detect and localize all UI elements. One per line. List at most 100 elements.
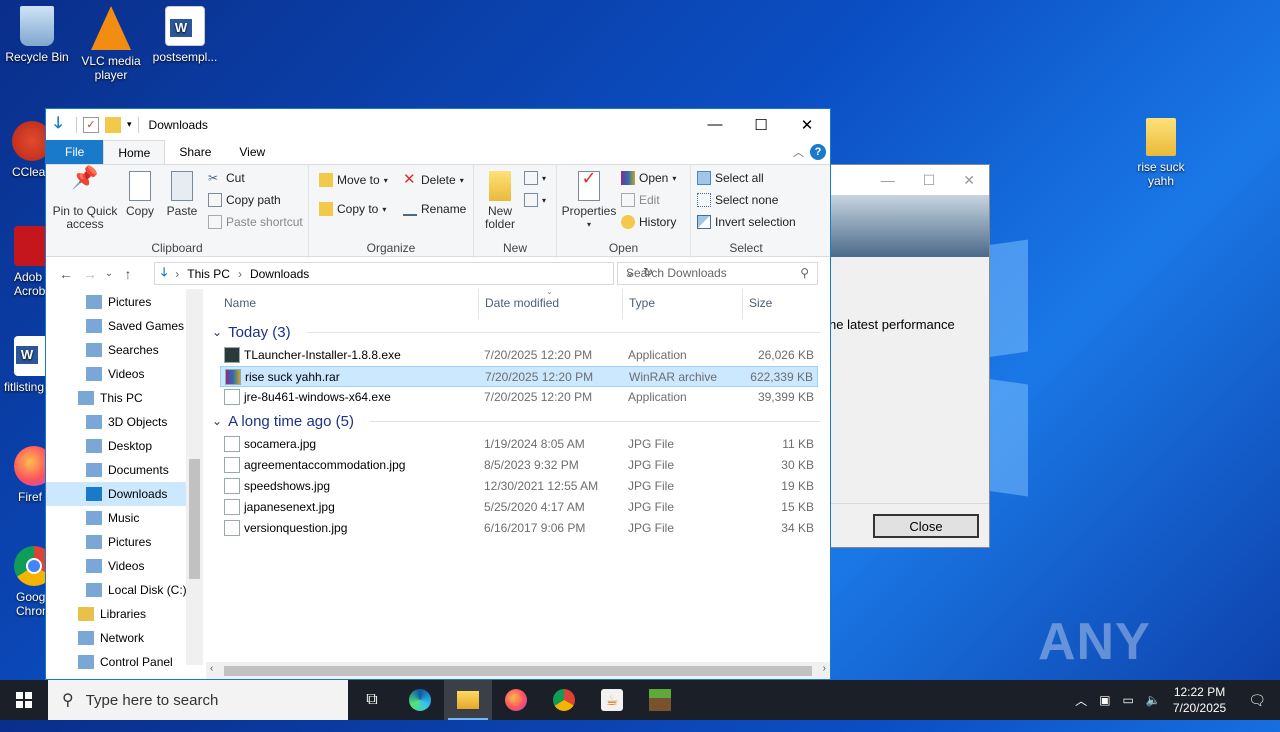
group-header[interactable]: ⌄ Today (3) [206, 319, 830, 345]
scroll-left-icon[interactable]: ‹ [210, 663, 213, 674]
copy-button[interactable]: Copy [120, 169, 160, 218]
nav-item-downloads[interactable]: Downloads [46, 482, 202, 506]
history-button[interactable]: History [621, 215, 676, 229]
taskbar-firefox[interactable] [492, 680, 540, 720]
task-view-button[interactable]: ⧉ [348, 680, 396, 720]
select-none-button[interactable]: Select none [697, 193, 778, 207]
file-row[interactable]: socamera.jpg 1/19/2024 8:05 AM JPG File 11 … [220, 434, 818, 455]
close-icon[interactable]: ✕ [963, 172, 975, 189]
desktop-icon-ccleaner[interactable]: CClea [0, 115, 45, 179]
desktop-icon-acrobat[interactable]: Adob Acrob [0, 220, 45, 298]
desktop-icon-postsempl[interactable]: W postsempl... [148, 0, 222, 64]
delete-button[interactable]: ✕ Delete ▾ [403, 172, 464, 187]
taskbar-java[interactable]: ☕ [588, 680, 636, 720]
invert-selection-button[interactable]: Invert selection [697, 215, 796, 229]
nav-scrollbar[interactable] [186, 289, 203, 665]
properties-check-icon[interactable]: ✓ [83, 116, 99, 133]
paste-button[interactable]: Paste [162, 169, 202, 218]
rename-button[interactable]: Rename [403, 202, 466, 216]
copy-to-button[interactable]: Copy to ▾ [319, 202, 386, 216]
taskbar-chrome[interactable] [540, 680, 588, 720]
recent-locations-icon[interactable]: ⌄ [102, 268, 116, 279]
nav-item-pictures[interactable]: Pictures [46, 290, 202, 314]
customize-qat-icon[interactable]: ▾ [127, 119, 132, 130]
nav-item-music[interactable]: Music [46, 506, 202, 530]
paste-shortcut-button[interactable]: Paste shortcut [208, 215, 303, 229]
nav-item-saved-games[interactable]: Saved Games [46, 314, 202, 338]
start-button[interactable] [0, 680, 48, 720]
file-row[interactable]: jre-8u461-windows-x64.exe 7/20/2025 12:20… [220, 387, 818, 408]
down-arrow-icon[interactable]: 🡓 [54, 115, 70, 133]
file-row[interactable]: rise suck yahh.rar 7/20/2025 12:20 PM WinR… [220, 366, 818, 387]
tab-file[interactable]: File [46, 140, 104, 164]
nav-item-videos[interactable]: Videos [46, 362, 202, 386]
column-name[interactable]: Name [218, 289, 479, 319]
desktop-icon-recycle-bin[interactable]: Recycle Bin [0, 0, 74, 64]
taskbar-file-explorer[interactable] [444, 680, 492, 720]
taskbar-minecraft[interactable] [636, 680, 684, 720]
breadcrumb-downloads[interactable]: Downloads [250, 267, 309, 281]
scroll-thumb[interactable] [189, 459, 200, 579]
nav-item-documents[interactable]: Documents [46, 458, 202, 482]
search-input[interactable]: Search Downloads ⚲ [617, 262, 818, 285]
file-row[interactable]: TLauncher-Installer-1.8.8.exe 7/20/2025 1… [220, 345, 818, 366]
scroll-thumb[interactable] [224, 666, 812, 676]
horizontal-scrollbar[interactable]: ‹ › [206, 662, 830, 679]
desktop-icon-fitlisting[interactable]: W fitlisting [0, 330, 45, 394]
close-button[interactable]: ✕ [784, 109, 830, 140]
show-hidden-icons-icon[interactable]: ︿ [1075, 692, 1087, 709]
select-all-button[interactable]: Select all [697, 171, 764, 185]
desktop-icon-firefox[interactable]: Firef [0, 440, 45, 504]
scroll-right-icon[interactable]: › [823, 663, 826, 674]
device-icon[interactable]: ▣ [1099, 693, 1110, 707]
cut-button[interactable]: ✂ Cut [208, 171, 245, 185]
forward-icon[interactable]: → [78, 266, 102, 282]
nav-item-control-panel[interactable]: Control Panel [46, 650, 202, 674]
file-row[interactable]: speedshows.jpg 12/30/2021 12:55 AM JPG Fil… [220, 476, 818, 497]
column-type[interactable]: Type [623, 289, 743, 319]
network-icon[interactable]: ▭ [1123, 693, 1134, 707]
back-icon[interactable]: ← [54, 266, 78, 282]
minimize-button[interactable]: — [692, 109, 738, 140]
taskbar-edge[interactable] [396, 680, 444, 720]
column-size[interactable]: Size [743, 289, 821, 319]
easy-access-button[interactable]: ▾ [524, 193, 546, 207]
new-item-button[interactable]: ▾ [524, 171, 546, 185]
copy-path-button[interactable]: Copy path [208, 193, 281, 207]
close-button[interactable]: Close [873, 514, 979, 538]
collapse-ribbon-icon[interactable]: ︿ [793, 144, 804, 160]
nav-item-local-disk-c[interactable]: Local Disk (C:) [46, 578, 202, 602]
desktop-icon-rise-suck-yahh[interactable]: rise suck yahh [1124, 112, 1198, 188]
desktop-icon-vlc[interactable]: VLC media player [74, 0, 148, 82]
breadcrumb-this-pc[interactable]: This PC [187, 267, 230, 281]
clock[interactable]: 12:22 PM 7/20/2025 [1173, 684, 1226, 716]
file-row[interactable]: versionquestion.jpg 6/16/2017 9:06 PM JPG … [220, 518, 818, 539]
volume-icon[interactable]: 🔈 [1146, 693, 1161, 707]
move-to-button[interactable]: Move to ▾ [319, 173, 388, 187]
new-folder-icon[interactable] [105, 116, 121, 133]
nav-item-pictures[interactable]: Pictures [46, 530, 202, 554]
properties-button[interactable]: ✓ Properties ▾ [561, 169, 617, 231]
file-row[interactable]: agreementaccommodation.jpg 8/5/2023 9:32 … [220, 455, 818, 476]
pin-to-quick-access-button[interactable]: 📌 Pin to Quick access [52, 167, 118, 231]
edit-button[interactable]: Edit [621, 193, 660, 207]
new-folder-button[interactable]: New folder [478, 169, 522, 231]
taskbar-search-input[interactable]: ⚲ Type here to search [48, 680, 348, 720]
maximize-icon[interactable]: ☐ [923, 172, 936, 189]
tab-view[interactable]: View [225, 140, 279, 164]
address-bar[interactable]: 🡓 › This PC › Downloads ⌄ ↻ [154, 262, 653, 285]
notifications-icon[interactable]: 🗨 [1248, 692, 1266, 709]
minimize-icon[interactable]: — [881, 172, 895, 188]
help-icon[interactable]: ? [810, 144, 826, 160]
tab-home[interactable]: Home [103, 140, 166, 164]
tab-share[interactable]: Share [165, 140, 225, 164]
nav-item-this-pc[interactable]: This PC [46, 386, 202, 410]
nav-item-desktop[interactable]: Desktop [46, 434, 202, 458]
up-icon[interactable]: ↑ [116, 266, 140, 282]
nav-item-network[interactable]: Network [46, 626, 202, 650]
maximize-button[interactable]: ☐ [738, 109, 784, 140]
desktop-icon-chrome[interactable]: Goog Chron [0, 540, 45, 618]
nav-item-videos[interactable]: Videos [46, 554, 202, 578]
nav-item-libraries[interactable]: Libraries [46, 602, 202, 626]
group-header[interactable]: ⌄ A long time ago (5) [206, 408, 830, 434]
